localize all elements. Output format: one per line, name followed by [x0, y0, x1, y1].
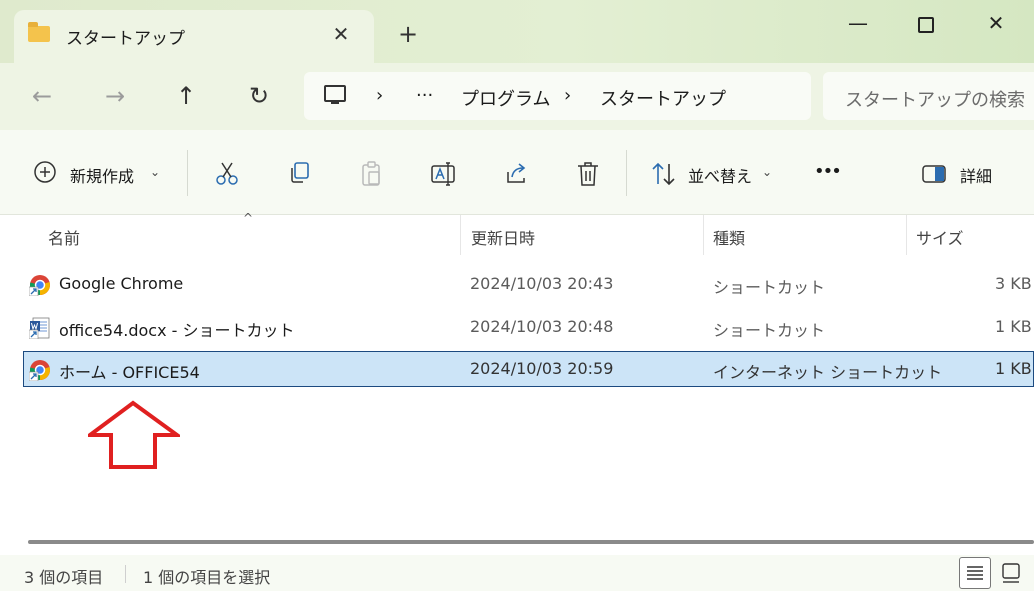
list-details-icon: [967, 566, 983, 580]
details-button[interactable]: 詳細: [960, 163, 992, 187]
tiles-view-button[interactable]: [995, 557, 1027, 589]
paste-icon[interactable]: [358, 160, 386, 188]
file-type: ショートカット: [713, 278, 826, 297]
sort-button[interactable]: 並べ替え: [688, 163, 752, 187]
chevron-down-icon[interactable]: ⌄: [762, 165, 772, 179]
column-divider[interactable]: [460, 215, 461, 255]
tab-startup[interactable]: スタートアップ ✕: [14, 10, 374, 63]
maximize-icon[interactable]: [903, 8, 949, 38]
file-name: Google Chrome: [59, 274, 184, 293]
breadcrumb-startup[interactable]: スタートアップ: [600, 85, 726, 111]
file-size: 1 KB: [995, 317, 1032, 336]
tab-close-icon[interactable]: ✕: [329, 22, 353, 46]
breadcrumb-overflow-icon[interactable]: ···: [416, 85, 433, 106]
selected-count: 1 個の項目を選択: [143, 568, 271, 587]
details-pane-icon[interactable]: [920, 160, 948, 188]
breadcrumb-programs[interactable]: プログラム: [461, 85, 550, 111]
column-header-date[interactable]: 更新日時: [471, 225, 535, 249]
file-explorer-window: スタートアップ ✕ + — ✕ ← → ↑ ↻ › ··· プログラム › スタ…: [0, 0, 1034, 591]
more-options-icon[interactable]: •••: [814, 161, 842, 182]
column-header-name[interactable]: 名前: [48, 225, 80, 249]
file-date: 2024/10/03 20:48: [470, 317, 614, 336]
status-divider: [125, 565, 126, 583]
file-size: 3 KB: [995, 274, 1032, 293]
file-type: ショートカット: [713, 321, 826, 340]
search-placeholder: スタートアップの検索: [845, 90, 1025, 111]
up-arrow-icon[interactable]: ↑: [168, 81, 204, 111]
chevron-down-icon[interactable]: ⌄: [150, 165, 160, 179]
back-arrow-icon[interactable]: ←: [24, 81, 60, 111]
chrome-shortcut-icon: [29, 275, 50, 296]
file-row[interactable]: office54.docx - ショートカット 2024/10/03 20:48…: [23, 309, 1034, 345]
file-list: ^ 名前 更新日時 種類 サイズ Google Chrome 2024/10/0…: [0, 211, 1034, 555]
search-box[interactable]: スタートアップの検索: [823, 72, 1034, 120]
this-pc-icon[interactable]: [324, 85, 346, 104]
column-header-size[interactable]: サイズ: [916, 225, 964, 249]
new-button[interactable]: 新規作成: [70, 163, 134, 187]
window-close-icon[interactable]: ✕: [973, 8, 1019, 38]
forward-arrow-icon[interactable]: →: [97, 81, 133, 111]
rename-icon[interactable]: [430, 160, 458, 188]
refresh-icon[interactable]: ↻: [241, 81, 277, 111]
column-divider[interactable]: [703, 215, 704, 255]
sort-caret-icon: ^: [243, 211, 254, 225]
column-header-type[interactable]: 種類: [713, 225, 745, 249]
toolbar-divider: [626, 150, 627, 196]
file-row[interactable]: Google Chrome 2024/10/03 20:43 ショートカット 3…: [23, 266, 1034, 302]
share-icon[interactable]: [503, 160, 531, 188]
file-size: 1 KB: [995, 359, 1032, 378]
tiles-icon: [1002, 563, 1020, 583]
delete-trash-icon[interactable]: [574, 160, 602, 188]
word-shortcut-icon: [29, 317, 50, 339]
sort-icon[interactable]: [650, 160, 678, 188]
item-count: 3 個の項目: [24, 568, 104, 587]
annotation-up-arrow: [88, 400, 180, 469]
new-plus-icon[interactable]: [33, 160, 61, 188]
minimize-icon[interactable]: —: [835, 8, 881, 38]
file-name: office54.docx - ショートカット: [59, 321, 295, 340]
new-tab-icon[interactable]: +: [396, 22, 420, 46]
command-bar: 新規作成 ⌄ 並べ替え ⌄ ••• 詳細: [0, 130, 1034, 215]
cut-icon[interactable]: [214, 160, 242, 188]
file-date: 2024/10/03 20:59: [470, 359, 614, 378]
copy-icon[interactable]: [286, 160, 314, 188]
address-bar[interactable]: › ··· プログラム › スタートアップ: [304, 72, 811, 120]
title-bar: スタートアップ ✕ + — ✕: [0, 0, 1034, 63]
navigation-bar: ← → ↑ ↻ › ··· プログラム › スタートアップ スタートアップの検索: [0, 63, 1034, 130]
file-row-selected[interactable]: ホーム - OFFICE54 2024/10/03 20:59 インターネット …: [23, 351, 1034, 387]
file-date: 2024/10/03 20:43: [470, 274, 614, 293]
tab-title: スタートアップ: [66, 29, 185, 49]
breadcrumb-chevron-icon[interactable]: ›: [376, 85, 383, 106]
toolbar-divider: [187, 150, 188, 196]
horizontal-scrollbar[interactable]: [28, 540, 1034, 544]
folder-icon: [28, 22, 50, 42]
breadcrumb-chevron-icon[interactable]: ›: [564, 85, 571, 106]
column-divider[interactable]: [906, 215, 907, 255]
details-view-button[interactable]: [959, 557, 991, 589]
file-name: ホーム - OFFICE54: [59, 363, 200, 382]
status-bar: 3 個の項目 1 個の項目を選択: [0, 555, 1034, 591]
file-type: インターネット ショートカット: [713, 363, 943, 382]
chrome-shortcut-icon: [29, 360, 50, 381]
